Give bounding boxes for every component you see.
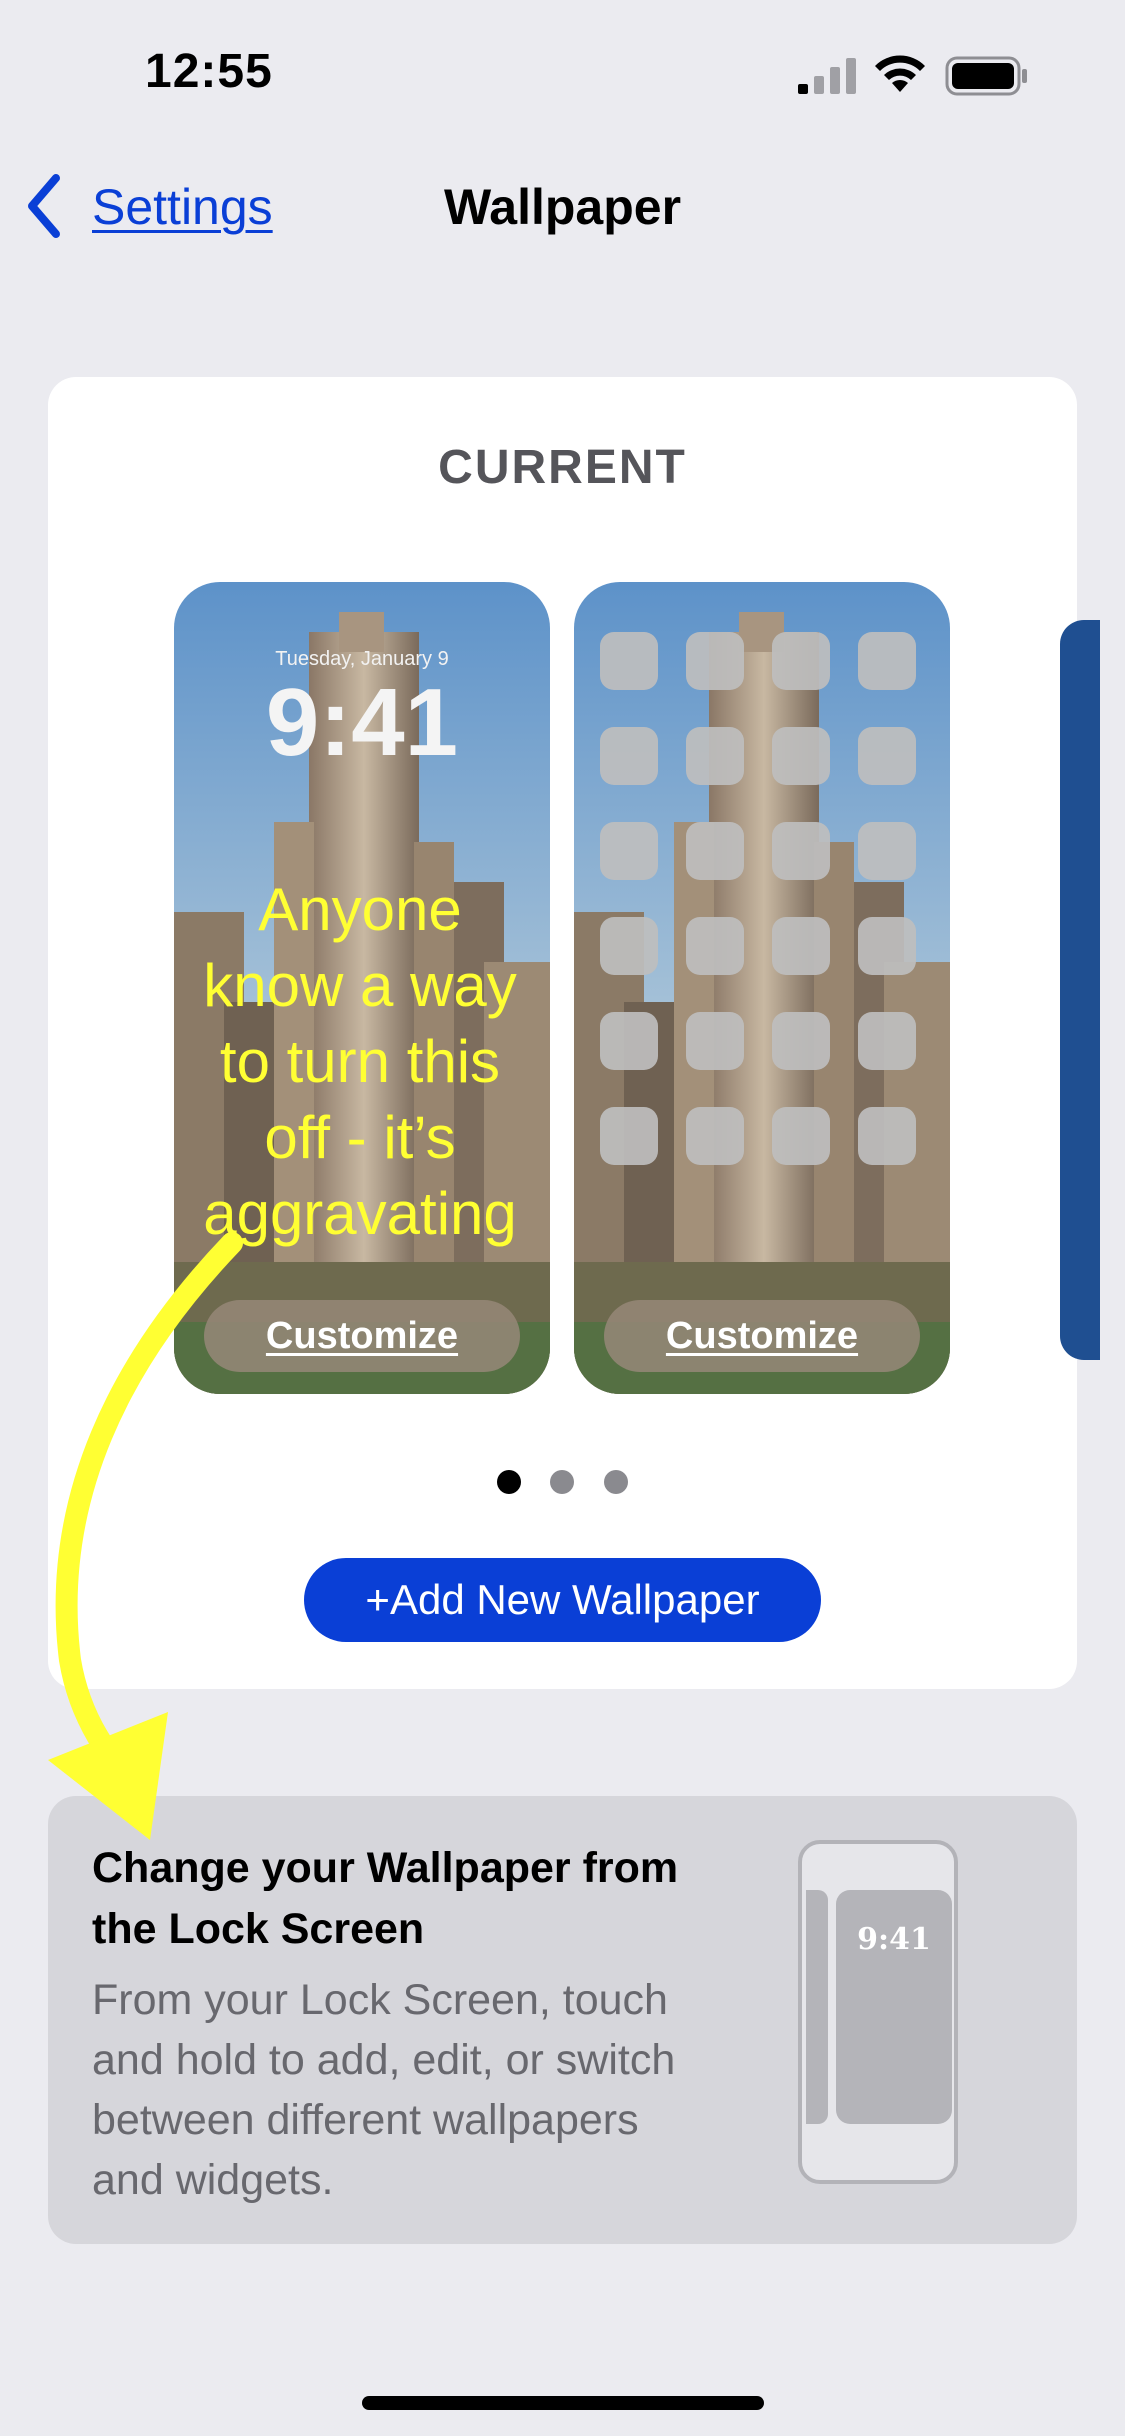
app-icon-placeholder: [686, 1012, 744, 1070]
app-icon-placeholder: [600, 1107, 658, 1165]
signal-icon: [798, 58, 856, 94]
tip-body: From your Lock Screen, touch and hold to…: [92, 1976, 676, 2204]
wallpaper-image: [574, 582, 950, 1394]
page-dot-active[interactable]: [497, 1470, 521, 1494]
status-time: 12:55: [145, 45, 273, 98]
app-icon-placeholder: [600, 1012, 658, 1070]
app-icon-placeholder: [772, 1012, 830, 1070]
app-icon-placeholder: [858, 1107, 916, 1165]
lock-screen-illustration: 9:41: [798, 1840, 958, 2184]
annotation-line: off - it’s: [264, 1104, 456, 1171]
app-icon-placeholder: [858, 727, 916, 785]
app-icon-placeholder: [686, 917, 744, 975]
annotation-text: Anyone know a way to turn this off - it’…: [150, 872, 570, 1252]
app-icon-placeholder: [858, 632, 916, 690]
annotation-line: Anyone: [258, 876, 462, 943]
customize-lock-button[interactable]: Customize: [204, 1300, 520, 1372]
app-icon-placeholder: [858, 822, 916, 880]
app-icon-placeholder: [600, 822, 658, 880]
annotation-line: know a way: [203, 952, 517, 1019]
battery-icon: [945, 56, 1027, 96]
tip-title: Change your Wallpaper from the Lock Scre…: [92, 1844, 679, 1953]
app-icon-placeholder: [858, 917, 916, 975]
app-icon-placeholder: [772, 632, 830, 690]
app-icon-placeholder: [772, 917, 830, 975]
illustration-side-card: [806, 1890, 828, 2124]
app-icon-placeholder: [686, 822, 744, 880]
page-title: Wallpaper: [443, 179, 682, 235]
customize-home-button[interactable]: Customize: [604, 1300, 920, 1372]
app-icon-placeholder: [686, 632, 744, 690]
app-icon-placeholder: [600, 632, 658, 690]
app-icon-placeholder: [858, 1012, 916, 1070]
lock-time: 9:41: [265, 669, 459, 776]
illustration-time: 9:41: [857, 1922, 931, 1957]
app-icon-placeholder: [686, 727, 744, 785]
page-dot[interactable]: [604, 1470, 628, 1494]
annotation-line: aggravating: [203, 1180, 517, 1247]
page-dot[interactable]: [550, 1470, 574, 1494]
app-icon-placeholder: [600, 727, 658, 785]
app-icon-placeholder: [772, 1107, 830, 1165]
wifi-icon: [875, 55, 925, 92]
app-icon-placeholder: [686, 1107, 744, 1165]
next-wallpaper-preview[interactable]: [1060, 620, 1100, 1360]
home-indicator: [362, 2396, 764, 2410]
current-heading: CURRENT: [438, 441, 687, 494]
annotation-line: to turn this: [219, 1028, 501, 1095]
home-screen-preview[interactable]: Customize: [574, 582, 950, 1394]
app-icon-placeholder: [600, 917, 658, 975]
app-icon-placeholder: [772, 727, 830, 785]
app-icon-placeholder: [772, 822, 830, 880]
add-new-wallpaper-button[interactable]: +Add New Wallpaper: [304, 1558, 821, 1642]
